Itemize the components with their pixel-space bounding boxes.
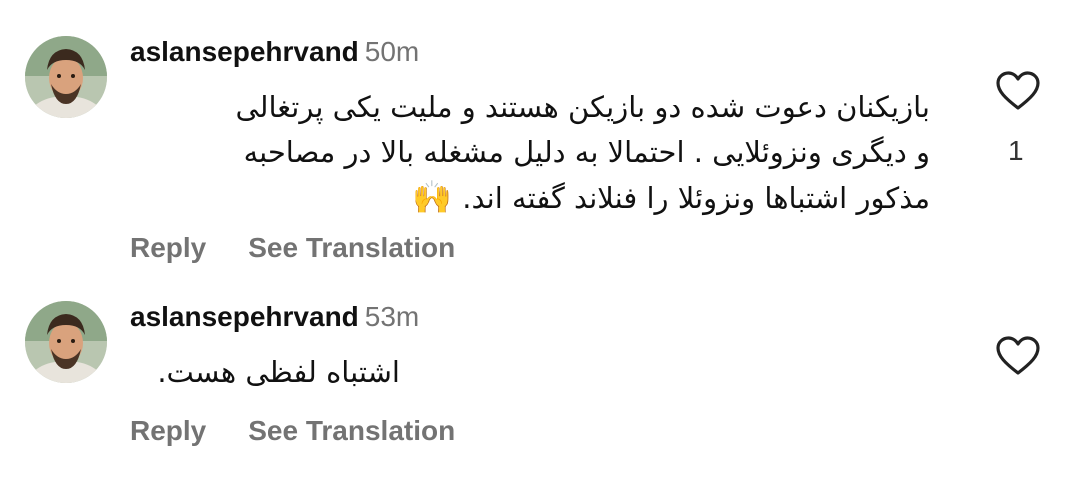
comment-actions: Reply See Translation: [130, 415, 455, 447]
comment-header: aslansepehrvand 50m: [130, 36, 419, 68]
reply-button[interactable]: Reply: [130, 232, 206, 263]
timestamp: 53m: [364, 301, 420, 332]
heart-icon[interactable]: [995, 70, 1041, 112]
avatar[interactable]: [25, 301, 107, 383]
comment-header: aslansepehrvand 53m: [130, 301, 419, 333]
comment-item: aslansepehrvand 50m بازیکنان دعوت شده دو …: [0, 30, 1080, 280]
comment-line: بازیکنان دعوت شده دو بازیکن هستند و ملیت…: [235, 90, 930, 124]
like-count: 1: [1008, 135, 1024, 166]
comment-actions: Reply See Translation: [130, 232, 455, 264]
comment-line-text: مذکور اشتباها ونزوئلا را فنلاند گفته اند…: [462, 181, 930, 215]
username[interactable]: aslansepehrvand: [130, 301, 359, 332]
see-translation-button[interactable]: See Translation: [248, 415, 455, 446]
comment-line: و دیگری ونزوئلایی . احتمالا به دلیل مشغل…: [243, 135, 930, 169]
comment-line: اشتباه لفظی هست.: [157, 355, 400, 389]
avatar-photo: [25, 36, 107, 118]
see-translation-button[interactable]: See Translation: [248, 232, 455, 263]
timestamp: 50m: [364, 36, 420, 67]
heart-icon[interactable]: [995, 335, 1041, 377]
username[interactable]: aslansepehrvand: [130, 36, 359, 67]
comment-item: aslansepehrvand 53m اشتباه لفظی هست. Repl…: [0, 295, 1080, 465]
comment-text: اشتباه لفظی هست.: [130, 350, 400, 395]
avatar[interactable]: [25, 36, 107, 118]
avatar-photo: [25, 301, 107, 383]
raising-hands-emoji-icon: 🙌: [412, 178, 453, 216]
comment-line: مذکور اشتباها ونزوئلا را فنلاند گفته اند…: [130, 175, 930, 221]
comment-text: بازیکنان دعوت شده دو بازیکن هستند و ملیت…: [130, 85, 930, 221]
reply-button[interactable]: Reply: [130, 415, 206, 446]
